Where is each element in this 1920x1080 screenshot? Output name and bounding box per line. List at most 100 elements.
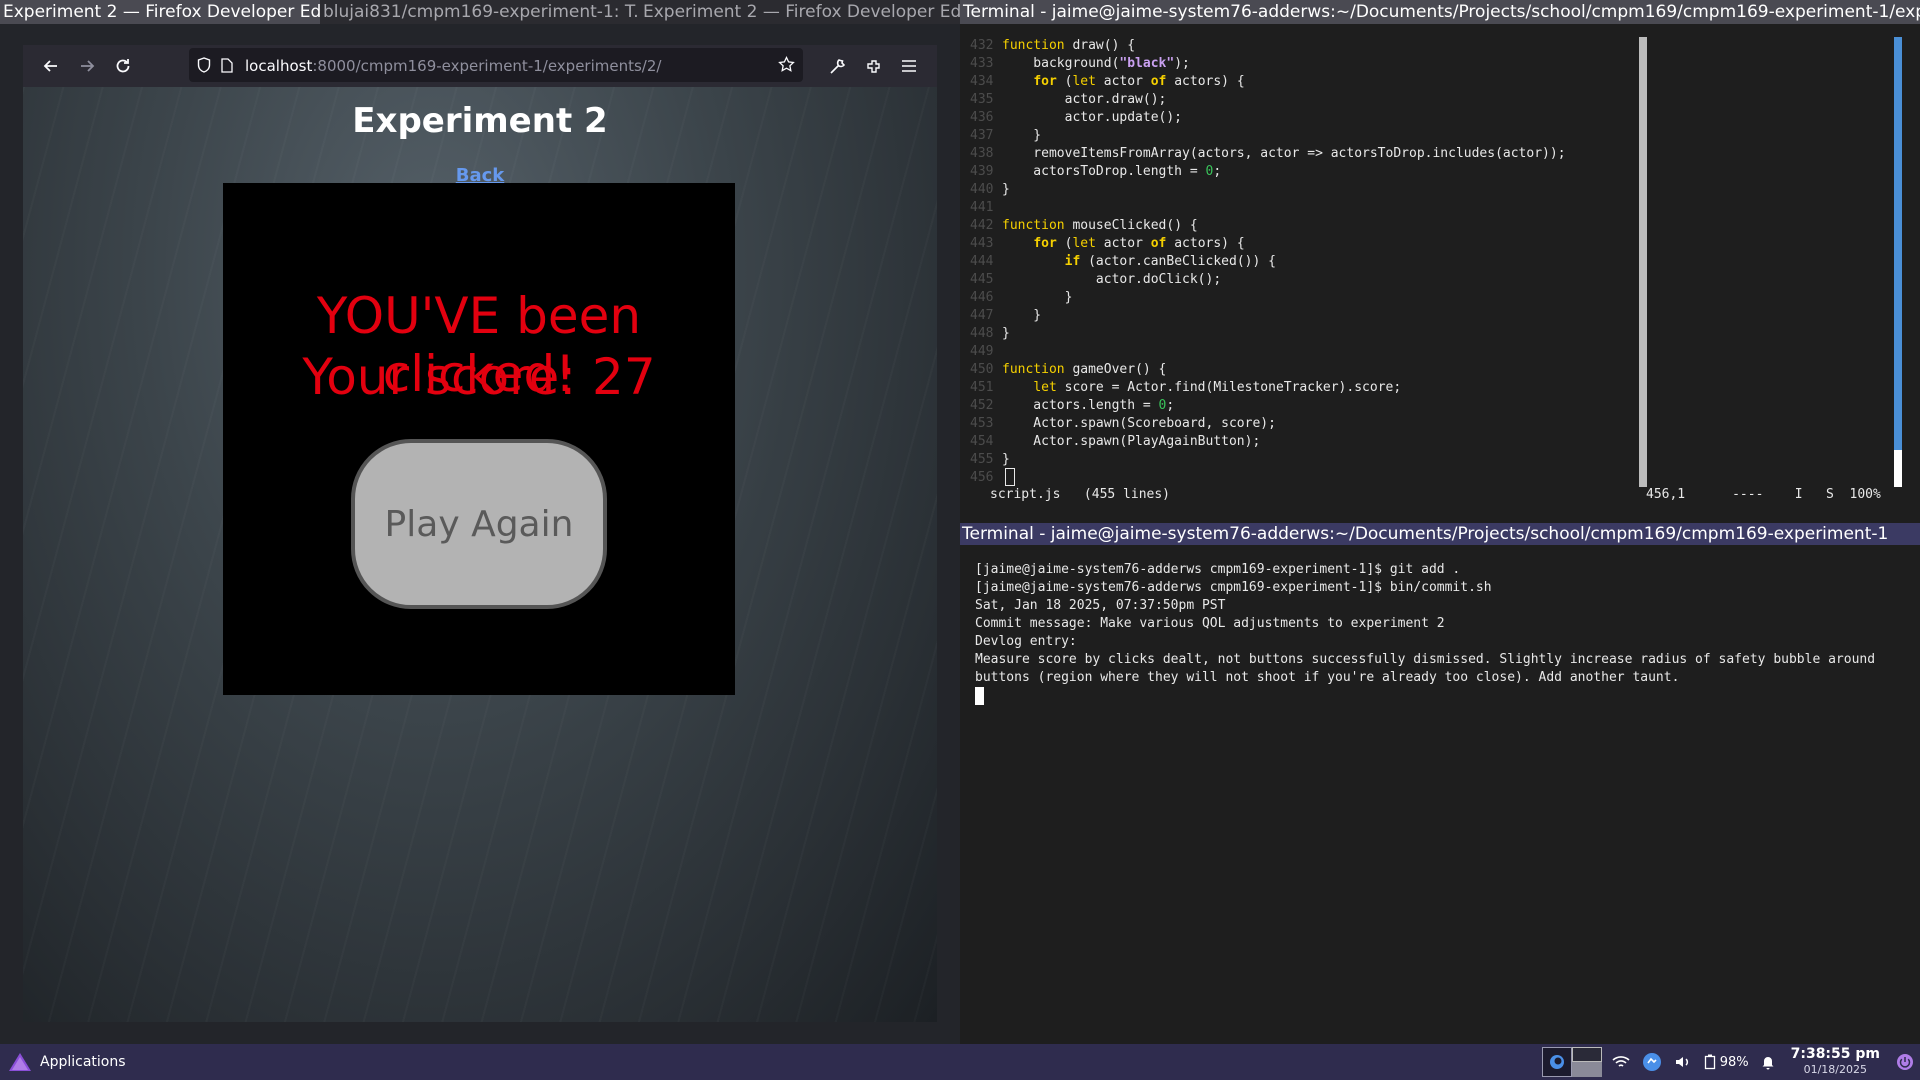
terminal-output[interactable]: [jaime@jaime-system76-adderws cmpm169-ex… [975, 561, 1875, 687]
code-line[interactable]: 446 } [970, 289, 1566, 307]
code-line[interactable]: 436 actor.update(); [970, 109, 1566, 127]
line-number: 444 [970, 254, 994, 269]
shell-terminal[interactable]: [jaime@jaime-system76-adderws cmpm169-ex… [960, 545, 1920, 1044]
line-number: 446 [970, 290, 994, 305]
power-icon[interactable] [1890, 1044, 1920, 1080]
notification-bell-icon[interactable] [1755, 1044, 1781, 1080]
applications-menu[interactable]: Applications [8, 1052, 126, 1072]
play-again-button[interactable]: Play Again [351, 439, 607, 609]
code-line[interactable]: 455} [970, 451, 1566, 469]
volume-icon[interactable] [1668, 1044, 1698, 1080]
extensions-icon[interactable] [855, 48, 891, 84]
window-tab-firefox-2[interactable]: Experiment 2 — Firefox Developer Ed... [640, 0, 960, 24]
terminal-line: Commit message: Make various QOL adjustm… [975, 616, 1445, 631]
line-number: 449 [970, 344, 994, 359]
terminal-cursor [975, 687, 984, 705]
battery-indicator[interactable]: 98% [1698, 1044, 1755, 1080]
code-line[interactable]: 433 background("black"); [970, 55, 1566, 73]
code-line[interactable]: 438 removeItemsFromArray(actors, actor =… [970, 145, 1566, 163]
web-page: Experiment 2 Back YOU'VE been clicked! Y… [23, 87, 937, 1022]
clock[interactable]: 7:38:55 pm 01/18/2025 [1781, 1044, 1890, 1080]
game-canvas[interactable]: YOU'VE been clicked! Your score: 27 Play… [223, 183, 735, 695]
code-text: } [1002, 182, 1010, 197]
code-line[interactable]: 441 [970, 199, 1566, 217]
window-tab-github[interactable]: blujai831/cmpm169-experiment-1: T... [320, 0, 640, 24]
vim-scrollbar[interactable] [1639, 37, 1647, 487]
code-text: if (actor.canBeClicked()) { [1064, 254, 1276, 269]
window-tab-firefox-1[interactable]: Experiment 2 — Firefox Developer Ed... [0, 0, 320, 24]
terminal-line: [jaime@jaime-system76-adderws cmpm169-ex… [975, 562, 1461, 577]
code-line[interactable]: 448} [970, 325, 1566, 343]
code-text: function gameOver() { [1002, 362, 1167, 377]
shield-icon[interactable] [197, 57, 211, 73]
code-line[interactable]: 456 [970, 469, 1566, 487]
line-number: 455 [970, 452, 994, 467]
url-bar[interactable]: localhost:8000/cmpm169-experiment-1/expe… [189, 48, 803, 82]
back-arrow-icon[interactable] [33, 48, 69, 84]
code-text: } [1002, 308, 1042, 323]
code-text: background("black"); [1002, 56, 1190, 71]
battery-icon [1704, 1054, 1716, 1070]
line-number: 439 [970, 164, 994, 179]
vim-terminal[interactable]: 432 function draw() {433 background("blac… [960, 24, 1920, 523]
line-number: 454 [970, 434, 994, 449]
terminal-title-bar[interactable]: Terminal - jaime@jaime-system76-adderws:… [960, 523, 1920, 545]
code-text: actors.length = 0; [1002, 398, 1175, 413]
wrench-icon[interactable] [819, 48, 855, 84]
workspace-switcher[interactable] [1538, 1044, 1606, 1080]
code-editor[interactable]: 432 function draw() {433 background("blac… [970, 37, 1566, 487]
code-line[interactable]: 440} [970, 181, 1566, 199]
app-launcher-icon [8, 1052, 32, 1072]
line-number: 438 [970, 146, 994, 161]
code-text: for (let actor of actors) { [1033, 236, 1245, 251]
wifi-icon[interactable] [1606, 1044, 1636, 1080]
code-line[interactable]: 449 [970, 343, 1566, 361]
line-number: 440 [970, 182, 994, 197]
code-text: } [1002, 326, 1010, 341]
code-line[interactable]: 451 let score = Actor.find(MilestoneTrac… [970, 379, 1566, 397]
code-text: } [1002, 128, 1042, 143]
code-line[interactable]: 432 function draw() { [970, 37, 1566, 55]
code-text: function mouseClicked() { [1002, 218, 1198, 233]
update-icon[interactable] [1636, 1044, 1668, 1080]
terminal-line: Sat, Jan 18 2025, 07:37:50pm PST [975, 598, 1226, 613]
browser-pane: localhost:8000/cmpm169-experiment-1/expe… [0, 24, 960, 1044]
code-line[interactable]: 444 if (actor.canBeClicked()) { [970, 253, 1566, 271]
code-line[interactable]: 437 } [970, 127, 1566, 145]
code-line[interactable]: 442 function mouseClicked() { [970, 217, 1566, 235]
page-icon[interactable] [221, 57, 235, 73]
code-line[interactable]: 447 } [970, 307, 1566, 325]
bookmark-star-icon[interactable] [778, 56, 795, 73]
code-line[interactable]: 435 actor.draw(); [970, 91, 1566, 109]
line-number: 453 [970, 416, 994, 431]
battery-percent: 98% [1719, 1054, 1749, 1070]
window-tab-terminal[interactable]: Terminal - jaime@jaime-system76-adderws:… [960, 0, 1920, 24]
forward-arrow-icon[interactable] [69, 48, 105, 84]
code-line[interactable]: 439 actorsToDrop.length = 0; [970, 163, 1566, 181]
reload-icon[interactable] [105, 48, 141, 84]
system-tray: 98% 7:38:55 pm 01/18/2025 [1538, 1044, 1920, 1080]
url-text[interactable]: localhost:8000/cmpm169-experiment-1/expe… [245, 56, 661, 75]
code-line[interactable]: 453 Actor.spawn(Scoreboard, score); [970, 415, 1566, 433]
terminal-scrollbar-thumb[interactable] [1894, 37, 1902, 450]
code-line[interactable]: 452 actors.length = 0; [970, 397, 1566, 415]
browser-toolbar: localhost:8000/cmpm169-experiment-1/expe… [23, 45, 937, 87]
taskbar: Applications 98% 7:38:55 pm 01/18/2025 [0, 1044, 1920, 1080]
line-number: 435 [970, 92, 994, 107]
vim-status-position: 456,1 ---- I S 100% [1646, 487, 1881, 502]
line-number: 445 [970, 272, 994, 287]
workspace-preview-icon[interactable] [1571, 1047, 1602, 1077]
line-number: 451 [970, 380, 994, 395]
firefox-window: localhost:8000/cmpm169-experiment-1/expe… [23, 45, 937, 1022]
code-line[interactable]: 443 for (let actor of actors) { [970, 235, 1566, 253]
firefox-icon[interactable] [1541, 1047, 1572, 1077]
line-number: 434 [970, 74, 994, 89]
code-line[interactable]: 450 function gameOver() { [970, 361, 1566, 379]
menu-icon[interactable] [891, 48, 927, 84]
code-line[interactable]: 454 Actor.spawn(PlayAgainButton); [970, 433, 1566, 451]
code-line[interactable]: 445 actor.doClick(); [970, 271, 1566, 289]
code-text: let score = Actor.find(MilestoneTracker)… [1033, 380, 1402, 395]
code-line[interactable]: 434 for (let actor of actors) { [970, 73, 1566, 91]
line-number: 443 [970, 236, 994, 251]
code-text: actor.doClick(); [1002, 272, 1222, 287]
